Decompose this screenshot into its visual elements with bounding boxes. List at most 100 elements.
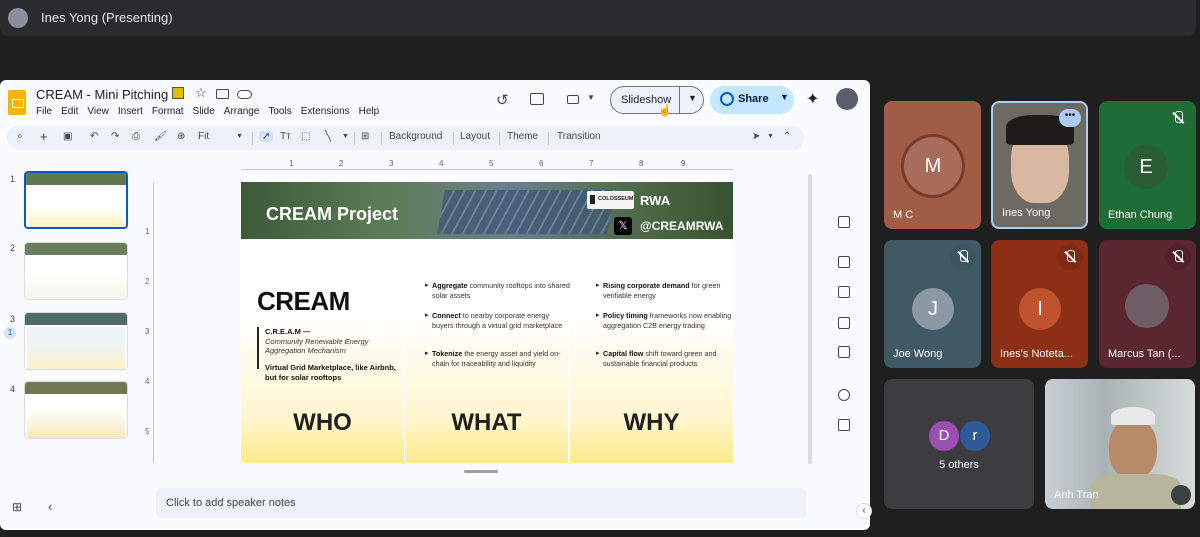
side-panel-contacts-icon[interactable] (838, 317, 850, 329)
comment-badge[interactable]: 1 (4, 327, 16, 339)
layout-button[interactable]: Layout (460, 131, 490, 142)
share-button[interactable]: Share ▼ (710, 86, 794, 114)
slide-number: 2 (10, 243, 16, 253)
ruler-tick: 3 (389, 159, 394, 168)
comments-icon[interactable] (530, 93, 544, 105)
participant-name: Ines Yong (1002, 207, 1051, 219)
collapse-filmstrip-icon[interactable]: ‹ (48, 499, 52, 514)
slide-thumbnail-1[interactable] (24, 171, 128, 229)
side-panel-tasks-icon[interactable] (838, 286, 850, 298)
theme-button[interactable]: Theme (507, 131, 538, 142)
avatar: D (929, 421, 959, 451)
slide-thumbnail-3[interactable] (24, 312, 128, 370)
slide-canvas[interactable]: CREAM Project COLOSSEUM RWA 𝕏 @CREAMRWA … (241, 182, 733, 463)
pointer-dropdown-icon[interactable]: ▼ (767, 133, 774, 140)
ruler-tick: 7 (589, 159, 594, 168)
line-dropdown-icon[interactable]: ▼ (342, 133, 349, 140)
select-tool-icon[interactable]: ➚ (259, 131, 274, 142)
menu-help[interactable]: Help (359, 106, 380, 117)
slide-thumbnail-4[interactable] (24, 381, 128, 439)
avatar: M (904, 137, 962, 195)
toolbar-divider (354, 132, 355, 145)
expand-side-panel-icon[interactable]: ‹ (856, 503, 872, 519)
pointer-mode-icon[interactable]: ➤ (752, 131, 760, 142)
thumb-banner (25, 382, 127, 394)
toolbar-divider (252, 132, 253, 145)
slide-thumbnail-2[interactable] (24, 242, 128, 300)
notes-resize-handle[interactable] (464, 470, 498, 473)
side-panel-folder-icon[interactable] (838, 346, 850, 358)
undo-icon[interactable]: ↶ (90, 131, 98, 142)
acronym-expansion: Community Renewable Energy Aggregation M… (265, 337, 369, 355)
avatar: r (960, 421, 990, 451)
accent-bar (257, 327, 259, 369)
image-icon[interactable]: ⬚ (301, 131, 310, 142)
text-box-icon[interactable]: Tт (280, 131, 291, 142)
cloud-status-icon[interactable] (237, 90, 252, 99)
search-menus-icon[interactable]: ⌕ (17, 131, 23, 142)
meet-dropdown-icon[interactable]: ▼ (587, 93, 595, 102)
participant-name: Joe Wong (893, 348, 943, 360)
zoom-select[interactable]: Fit (198, 131, 209, 142)
new-slide-layout-icon[interactable]: ▣ (63, 131, 72, 142)
participant-tile-notetaker[interactable]: I Ines's Noteta... (991, 240, 1088, 368)
side-panel-record-icon[interactable] (838, 389, 850, 401)
slides-logo-icon[interactable] (8, 90, 26, 115)
participant-tile-mc[interactable]: M M C (884, 101, 981, 229)
vertical-scrollbar[interactable] (808, 174, 812, 464)
participant-tile-marcus[interactable]: Marcus Tan (... (1099, 240, 1196, 368)
transition-button[interactable]: Transition (557, 131, 601, 142)
what-bullet-2: Connect to nearby corporate energy buyer… (425, 311, 572, 330)
meet-video-icon[interactable] (567, 95, 579, 104)
more-options-icon[interactable]: ••• (1059, 109, 1081, 127)
share-dropdown-icon[interactable]: ▼ (780, 92, 789, 102)
add-comment-icon[interactable]: ⊞ (361, 131, 369, 142)
zoom-icon[interactable]: ⊕ (177, 131, 185, 142)
side-panel-video-icon[interactable] (838, 419, 850, 431)
star-icon[interactable]: ☆ (195, 85, 207, 101)
user-avatar[interactable] (836, 88, 858, 110)
participant-tile-ines[interactable]: ••• Ines Yong (991, 101, 1088, 229)
slideshow-button[interactable]: Slideshow ▼ (610, 86, 704, 114)
share-label: Share (738, 93, 769, 105)
version-history-icon[interactable]: ↺ (496, 91, 509, 109)
participant-tile-joe[interactable]: J Joe Wong (884, 240, 981, 368)
menu-slide[interactable]: Slide (193, 106, 215, 117)
menu-edit[interactable]: Edit (61, 106, 78, 117)
participant-tile-anh[interactable]: Anh Tran (1045, 379, 1195, 509)
paint-format-icon[interactable]: 🖌 (154, 131, 167, 142)
why-column: Rising corporate demand for green verifi… (570, 239, 733, 463)
menu-file[interactable]: File (36, 106, 52, 117)
slideshow-dropdown-icon[interactable]: ▼ (688, 93, 697, 103)
theme-badge-icon[interactable] (172, 87, 184, 99)
move-folder-icon[interactable] (216, 89, 229, 99)
bullet-bold: Capital flow (603, 349, 644, 358)
presenter-avatar (8, 8, 28, 28)
menu-view[interactable]: View (87, 106, 109, 117)
grid-view-icon[interactable]: ⊞ (12, 500, 22, 514)
thumb-body (27, 396, 125, 438)
thumb-banner (25, 313, 127, 325)
zoom-dropdown-icon[interactable]: ▼ (236, 133, 243, 140)
pin-button[interactable] (1171, 485, 1191, 505)
redo-icon[interactable]: ↷ (111, 131, 119, 142)
avatar-image (1125, 284, 1169, 328)
side-panel-calendar-icon[interactable] (838, 256, 850, 268)
menu-extensions[interactable]: Extensions (301, 106, 350, 117)
background-button[interactable]: Background (389, 131, 442, 142)
collapse-toolbar-icon[interactable]: ⌃ (783, 131, 791, 142)
side-panel-keep-icon[interactable] (838, 216, 850, 228)
participant-tile-ethan[interactable]: E Ethan Chung (1099, 101, 1196, 229)
menu-arrange[interactable]: Arrange (224, 106, 260, 117)
gemini-sparkle-icon[interactable]: ✦ (806, 89, 819, 109)
speaker-notes[interactable]: Click to add speaker notes (156, 488, 806, 518)
menu-format[interactable]: Format (152, 106, 184, 117)
print-icon[interactable]: ⎙ (132, 131, 140, 142)
doc-title[interactable]: CREAM - Mini Pitching (36, 87, 168, 102)
line-tool-icon[interactable]: ╲ (325, 131, 331, 142)
menu-insert[interactable]: Insert (118, 106, 143, 117)
participant-tile-others[interactable]: D r 5 others (884, 379, 1034, 509)
ruler-tick: 6 (539, 159, 544, 168)
new-slide-icon[interactable]: + (40, 129, 48, 144)
menu-tools[interactable]: Tools (268, 106, 291, 117)
